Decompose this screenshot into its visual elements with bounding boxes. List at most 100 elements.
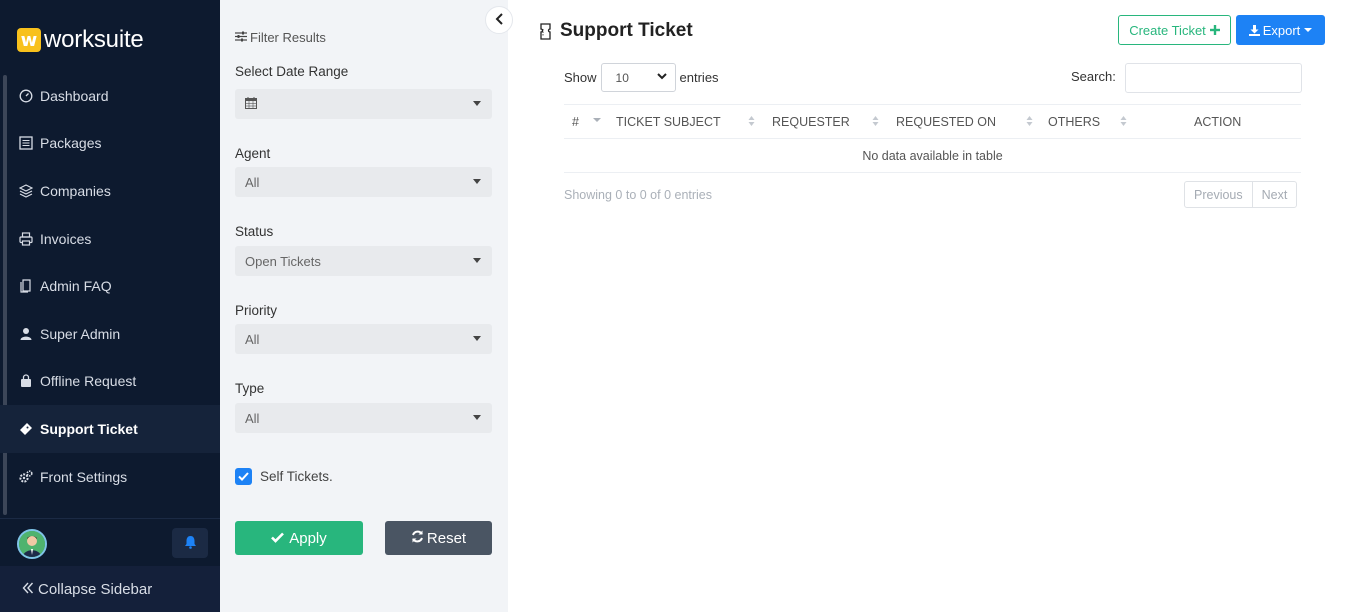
sort-icon: [1120, 115, 1127, 127]
sidebar-item-label: Packages: [40, 135, 102, 152]
table-info: Showing 0 to 0 of 0 entries: [564, 188, 713, 202]
entries-label: entries: [679, 70, 719, 85]
status-label: Status: [235, 224, 274, 239]
collapse-sidebar-button[interactable]: Collapse Sidebar: [0, 566, 220, 612]
brand-logo[interactable]: w worksuite: [17, 26, 144, 54]
faq-icon: [18, 278, 34, 294]
caret-down-icon: [473, 179, 481, 184]
packages-icon: [18, 135, 34, 151]
reset-label: Reset: [426, 529, 467, 547]
agent-value: All: [245, 174, 260, 190]
table-empty-row: No data available in table: [564, 139, 1301, 173]
date-range-picker[interactable]: [235, 89, 492, 119]
status-select[interactable]: Open Tickets: [235, 246, 492, 276]
ticket-outline-icon: [540, 22, 551, 40]
collapse-sidebar-label: Collapse Sidebar: [38, 580, 153, 598]
download-icon: [1248, 24, 1260, 36]
filter-toggle-button[interactable]: [485, 6, 513, 34]
pagination: Previous Next: [1184, 181, 1298, 208]
sidebar-item-dashboard[interactable]: Dashboard: [0, 72, 220, 120]
column-header-action: ACTION: [1194, 105, 1241, 139]
caret-down-icon: [1304, 28, 1313, 32]
column-header-label: REQUESTED ON: [896, 115, 997, 129]
page-title: Support Ticket: [540, 20, 693, 42]
previous-page-button[interactable]: Previous: [1185, 182, 1252, 207]
notifications-button[interactable]: [172, 528, 208, 558]
type-value: All: [245, 410, 260, 426]
self-tickets-row: Self Tickets.: [235, 468, 333, 485]
next-page-button[interactable]: Next: [1251, 182, 1297, 207]
self-tickets-label: Self Tickets.: [260, 469, 333, 484]
create-ticket-button[interactable]: Create Ticket: [1118, 15, 1231, 45]
priority-label: Priority: [235, 303, 278, 318]
priority-value: All: [245, 331, 260, 347]
sidebar-item-admin-faq[interactable]: Admin FAQ: [0, 262, 220, 310]
plus-icon: [1209, 25, 1220, 35]
calendar-icon: [245, 96, 257, 112]
column-header-label: ACTION: [1194, 115, 1242, 129]
sidebar-item-front-settings[interactable]: Front Settings: [0, 453, 220, 501]
export-label: Export: [1262, 22, 1301, 38]
user-icon: [18, 326, 34, 342]
brand-name: worksuite: [44, 26, 144, 53]
column-header-label: #: [572, 115, 579, 129]
sidebar-item-packages[interactable]: Packages: [0, 120, 220, 168]
printer-icon: [18, 231, 34, 247]
sort-desc-icon: [593, 117, 601, 123]
bag-icon: [18, 373, 34, 389]
bell-icon: [184, 535, 197, 552]
column-header-ticket-subject[interactable]: TICKET SUBJECT: [616, 105, 721, 139]
sidebar: w worksuite Dashboard Packages Companies: [0, 0, 220, 612]
cogs-icon: [18, 469, 34, 485]
sidebar-item-companies[interactable]: Companies: [0, 167, 220, 215]
sidebar-item-label: Support Ticket: [40, 420, 138, 437]
caret-down-icon: [473, 101, 481, 106]
sidebar-item-invoices[interactable]: Invoices: [0, 215, 220, 263]
sidebar-item-label: Companies: [40, 182, 111, 199]
agent-label: Agent: [235, 146, 271, 161]
column-header-label: OTHERS: [1048, 115, 1101, 129]
search-input[interactable]: [1125, 63, 1302, 93]
agent-select[interactable]: All: [235, 167, 492, 197]
column-header-label: REQUESTER: [772, 115, 850, 129]
refresh-icon: [411, 530, 424, 547]
sidebar-item-label: Front Settings: [40, 468, 128, 485]
apply-label: Apply: [289, 529, 327, 547]
export-button[interactable]: Export: [1236, 15, 1325, 45]
column-header-requested-on[interactable]: REQUESTED ON: [896, 105, 996, 139]
sidebar-item-label: Offline Request: [40, 373, 137, 390]
sidebar-item-support-ticket[interactable]: Support Ticket: [0, 405, 220, 453]
apply-button[interactable]: Apply: [235, 521, 363, 555]
sidebar-item-offline-request[interactable]: Offline Request: [0, 358, 220, 406]
sidebar-item-label: Invoices: [40, 230, 92, 247]
column-header-label: TICKET SUBJECT: [616, 115, 721, 129]
reset-button[interactable]: Reset: [385, 521, 492, 555]
sidebar-footer: [0, 518, 220, 566]
status-value: Open Tickets: [245, 253, 321, 269]
self-tickets-checkbox[interactable]: [235, 468, 252, 485]
type-select[interactable]: All: [235, 403, 492, 433]
create-ticket-label: Create Ticket: [1129, 22, 1206, 38]
avatar[interactable]: [17, 529, 47, 559]
sidebar-item-label: Super Admin: [40, 325, 121, 342]
priority-select[interactable]: All: [235, 324, 492, 354]
ticket-icon: [18, 421, 34, 437]
column-header-requester[interactable]: REQUESTER: [772, 105, 850, 139]
chevron-left-icon: [495, 12, 504, 28]
type-label: Type: [235, 381, 265, 396]
sort-icon: [748, 115, 755, 127]
brand-mark: w: [17, 28, 41, 52]
page-length-control: Show 10 entries: [564, 63, 719, 92]
page-length-select[interactable]: 10: [600, 63, 676, 92]
dashboard-icon: [18, 88, 34, 104]
sidebar-item-super-admin[interactable]: Super Admin: [0, 310, 220, 358]
column-header-others[interactable]: OTHERS: [1048, 105, 1100, 139]
column-header-number[interactable]: #: [572, 105, 579, 139]
sidebar-item-label: Admin FAQ: [40, 278, 112, 295]
chevron-down-icon: [656, 71, 667, 83]
show-label: Show: [564, 70, 597, 85]
sidebar-item-label: Dashboard: [40, 87, 109, 104]
checkmark-icon: [238, 469, 249, 484]
caret-down-icon: [473, 336, 481, 341]
page-title-text: Support Ticket: [560, 20, 693, 41]
